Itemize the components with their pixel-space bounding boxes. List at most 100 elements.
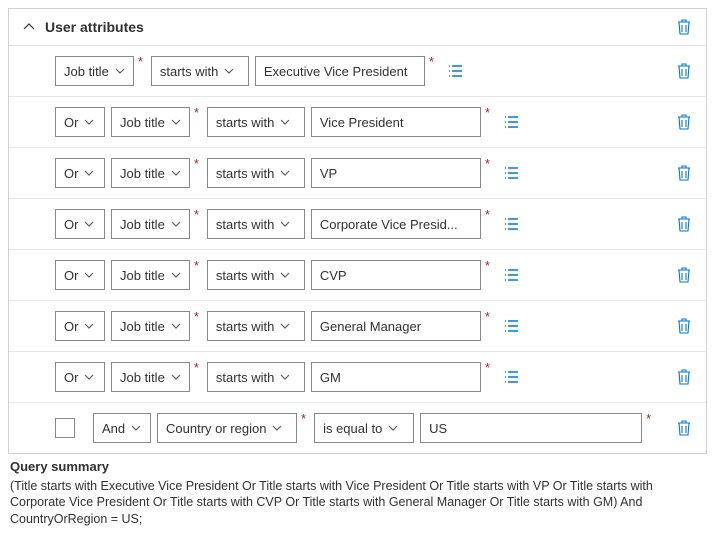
chevron-down-icon [84, 372, 94, 382]
delete-row-button[interactable] [674, 163, 694, 183]
operator-dropdown[interactable]: starts with [151, 56, 249, 86]
dropdown-label: starts with [216, 115, 275, 130]
dropdown-label: Job title [120, 166, 165, 181]
condition-row: And Country or region * is equal to US * [9, 403, 706, 453]
dropdown-label: Or [64, 217, 78, 232]
dropdown-label: starts with [216, 166, 275, 181]
dropdown-label: Job title [120, 370, 165, 385]
list-icon[interactable] [502, 367, 522, 387]
list-icon[interactable] [502, 316, 522, 336]
required-asterisk: * [485, 105, 490, 120]
attribute-dropdown[interactable]: Job title [111, 311, 190, 341]
attribute-dropdown[interactable]: Job title [111, 209, 190, 239]
condition-row: Or Job title * starts with Vice Presiden… [9, 97, 706, 148]
dropdown-label: starts with [216, 319, 275, 334]
condition-row: Or Job title * starts with Corporate Vic… [9, 199, 706, 250]
operator-dropdown[interactable]: starts with [207, 260, 305, 290]
dropdown-label: starts with [216, 370, 275, 385]
value-input[interactable]: Vice President [311, 107, 481, 137]
dropdown-label: starts with [216, 217, 275, 232]
chevron-down-icon [171, 270, 181, 280]
chevron-down-icon [171, 117, 181, 127]
required-asterisk: * [429, 54, 434, 69]
delete-row-button[interactable] [674, 316, 694, 336]
condition-row: Or Job title * starts with VP * [9, 148, 706, 199]
required-asterisk: * [194, 258, 199, 273]
delete-row-button[interactable] [674, 214, 694, 234]
section-title: User attributes [45, 19, 674, 35]
list-icon[interactable] [446, 61, 466, 81]
attribute-dropdown[interactable]: Job title [111, 107, 190, 137]
chevron-down-icon [280, 372, 290, 382]
delete-row-button[interactable] [674, 367, 694, 387]
operator-dropdown[interactable]: starts with [207, 362, 305, 392]
required-asterisk: * [138, 54, 143, 69]
dropdown-label: Country or region [166, 421, 266, 436]
dropdown-label: Or [64, 370, 78, 385]
required-asterisk: * [485, 258, 490, 273]
operator-dropdown[interactable]: is equal to [314, 413, 414, 443]
attribute-dropdown[interactable]: Job title [111, 260, 190, 290]
delete-row-button[interactable] [674, 112, 694, 132]
logic-dropdown[interactable]: And [93, 413, 151, 443]
logic-dropdown[interactable]: Or [55, 158, 105, 188]
group-checkbox[interactable] [55, 418, 75, 438]
value-input[interactable]: General Manager [311, 311, 481, 341]
dropdown-label: Or [64, 319, 78, 334]
delete-row-button[interactable] [674, 265, 694, 285]
chevron-down-icon [84, 117, 94, 127]
list-icon[interactable] [502, 214, 522, 234]
operator-dropdown[interactable]: starts with [207, 311, 305, 341]
attribute-dropdown[interactable]: Country or region [157, 413, 297, 443]
section-header[interactable]: User attributes [9, 9, 706, 46]
dropdown-label: Or [64, 268, 78, 283]
value-input[interactable]: VP [311, 158, 481, 188]
attribute-dropdown[interactable]: Job title [111, 158, 190, 188]
required-asterisk: * [194, 105, 199, 120]
value-input[interactable]: CVP [311, 260, 481, 290]
value-input[interactable]: US [420, 413, 642, 443]
attribute-dropdown[interactable]: Job title [55, 56, 134, 86]
list-icon[interactable] [502, 163, 522, 183]
delete-row-button[interactable] [674, 61, 694, 81]
condition-row: Or Job title * starts with CVP * [9, 250, 706, 301]
operator-dropdown[interactable]: starts with [207, 209, 305, 239]
dropdown-label: Job title [120, 268, 165, 283]
delete-section-button[interactable] [674, 17, 694, 37]
chevron-down-icon [280, 168, 290, 178]
chevron-up-icon [21, 19, 37, 35]
delete-row-button[interactable] [674, 418, 694, 438]
condition-row: Or Job title * starts with General Manag… [9, 301, 706, 352]
logic-dropdown[interactable]: Or [55, 311, 105, 341]
chevron-down-icon [84, 219, 94, 229]
list-icon[interactable] [502, 112, 522, 132]
chevron-down-icon [388, 423, 398, 433]
required-asterisk: * [301, 411, 306, 426]
value-input[interactable]: Executive Vice President [255, 56, 425, 86]
dropdown-label: starts with [216, 268, 275, 283]
attribute-dropdown[interactable]: Job title [111, 362, 190, 392]
chevron-down-icon [171, 219, 181, 229]
chevron-down-icon [115, 66, 125, 76]
value-input[interactable]: Corporate Vice Presid... [311, 209, 481, 239]
dropdown-label: Job title [120, 319, 165, 334]
chevron-down-icon [171, 168, 181, 178]
dropdown-label: Job title [120, 115, 165, 130]
operator-dropdown[interactable]: starts with [207, 158, 305, 188]
required-asterisk: * [485, 156, 490, 171]
chevron-down-icon [131, 423, 141, 433]
logic-dropdown[interactable]: Or [55, 362, 105, 392]
value-input[interactable]: GM [311, 362, 481, 392]
logic-dropdown[interactable]: Or [55, 209, 105, 239]
summary-text: (Title starts with Executive Vice Presid… [10, 478, 705, 529]
dropdown-label: Or [64, 115, 78, 130]
condition-row: Or Job title * starts with GM * [9, 352, 706, 403]
chevron-down-icon [84, 321, 94, 331]
chevron-down-icon [171, 372, 181, 382]
logic-dropdown[interactable]: Or [55, 107, 105, 137]
operator-dropdown[interactable]: starts with [207, 107, 305, 137]
chevron-down-icon [280, 117, 290, 127]
required-asterisk: * [194, 360, 199, 375]
logic-dropdown[interactable]: Or [55, 260, 105, 290]
list-icon[interactable] [502, 265, 522, 285]
